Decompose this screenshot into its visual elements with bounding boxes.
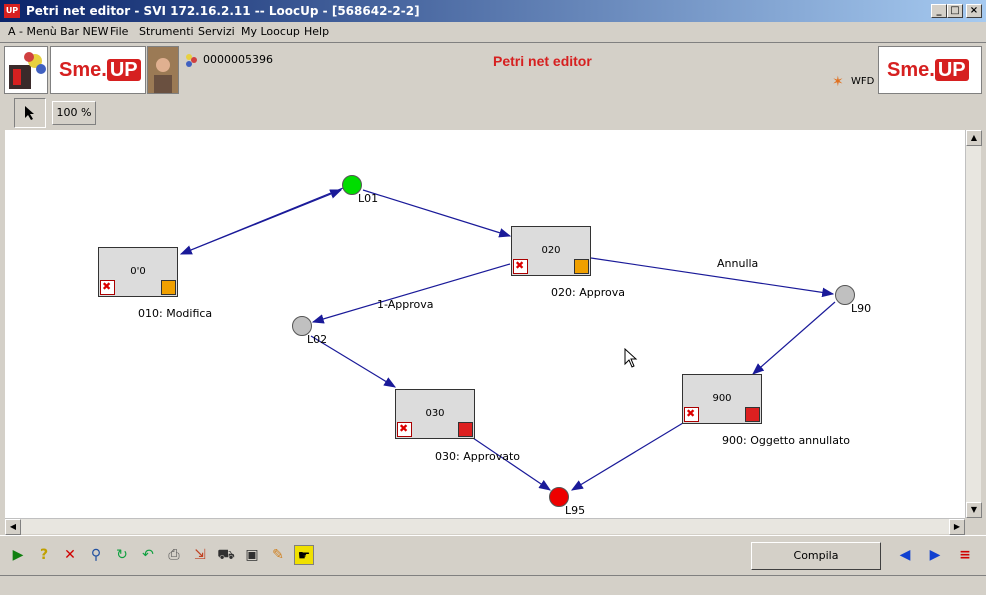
previous-icon[interactable]: ◀: [895, 545, 915, 565]
transition-label-010: 010: Modifica: [138, 307, 213, 320]
status-bar: [0, 575, 986, 595]
delete-icon[interactable]: ✕: [60, 545, 80, 565]
page-title: Petri net editor: [493, 53, 592, 69]
delete-icon[interactable]: [100, 280, 115, 295]
edge-020-l02: [311, 263, 511, 324]
vertical-scrollbar[interactable]: ▲ ▼: [965, 130, 982, 518]
star-icon: ✶: [832, 74, 844, 90]
edge-010-l01: [180, 189, 343, 255]
menu-item-my-loocup[interactable]: My Loocup: [241, 25, 300, 38]
edge-030-l95: [472, 437, 551, 491]
undo-icon[interactable]: ↶: [138, 545, 158, 565]
print-icon[interactable]: ⎙: [164, 545, 184, 565]
menu-item-strumenti[interactable]: Strumenti: [139, 25, 194, 38]
edge-label-annulla: Annulla: [717, 257, 759, 270]
machine-logo-icon: [9, 52, 46, 89]
status-icon: [574, 259, 589, 274]
close-button[interactable]: ×: [966, 4, 982, 18]
wfd-label: WFD: [851, 76, 875, 87]
export-icon[interactable]: ⇲: [190, 545, 210, 565]
menu-item-menu-bar-new[interactable]: A - Menù Bar NEW: [8, 25, 109, 38]
help-icon[interactable]: ?: [34, 545, 54, 565]
user-avatar-icon: [148, 47, 178, 93]
toolbar: 100 %: [0, 96, 986, 130]
edge-l90-900: [752, 301, 836, 375]
cart-icon[interactable]: ⛟: [216, 545, 236, 565]
menu-item-file[interactable]: File: [110, 25, 128, 38]
arrow-cursor-icon: [25, 106, 34, 120]
app-logo: [4, 46, 48, 94]
play-icon[interactable]: ▶: [8, 545, 28, 565]
balls-icon: [186, 54, 197, 67]
transition-900[interactable]: 900: [682, 374, 762, 424]
transition-label-900: 900: Oggetto annullato: [722, 434, 850, 447]
smeup-logo-left: Sme. UP: [50, 46, 146, 94]
delete-icon[interactable]: [397, 422, 412, 437]
scroll-up-icon[interactable]: ▲: [966, 130, 982, 146]
scroll-down-icon[interactable]: ▼: [966, 502, 982, 518]
edge-020-l90: [590, 257, 835, 298]
pointer-icon[interactable]: ☛: [294, 545, 314, 565]
petri-net-canvas[interactable]: L01 L02 L90 L95 0'0 010: Modifica 020 02…: [5, 130, 965, 518]
transition-010[interactable]: 0'0: [98, 247, 178, 297]
mouse-cursor-icon: [624, 348, 638, 368]
menu-bar: A - Menù Bar NEW File Strumenti Servizi …: [0, 22, 986, 42]
zoom-button[interactable]: 100 %: [52, 101, 96, 125]
minimize-button[interactable]: _: [931, 4, 947, 18]
title-bar: UP Petri net editor - SVI 172.16.2.11 --…: [0, 0, 986, 22]
place-label-l02: L02: [307, 333, 328, 346]
app-icon: UP: [4, 4, 20, 18]
delete-icon[interactable]: [684, 407, 699, 422]
bottom-toolbar: ▶ ? ✕ ⚲ ↻ ↶ ⎙ ⇲ ⛟ ▣ ✎ ☛ Compila ◀ ▶ ≡: [0, 535, 986, 575]
place-label-l90: L90: [851, 302, 872, 315]
status-icon: [458, 422, 473, 437]
scroll-left-icon[interactable]: ◀: [5, 519, 21, 535]
transition-code: 900: [712, 393, 732, 404]
maximize-button[interactable]: □: [947, 4, 963, 18]
image-icon[interactable]: ▣: [242, 545, 262, 565]
smeup-logo-right: Sme. UP: [878, 46, 982, 94]
transition-code: 020: [541, 245, 561, 256]
scroll-right-icon[interactable]: ▶: [949, 519, 965, 535]
refresh-icon[interactable]: ↻: [112, 545, 132, 565]
place-label-l95: L95: [565, 504, 586, 517]
menu-icon[interactable]: ≡: [955, 545, 975, 565]
user-code: 0000005396: [203, 53, 273, 66]
transition-label-020: 020: Approva: [551, 286, 625, 299]
place-label-l01: L01: [358, 192, 379, 205]
edge-900-l95: [570, 422, 684, 491]
transition-code: 030: [425, 408, 445, 419]
search-icon[interactable]: ⚲: [86, 545, 106, 565]
transition-020[interactable]: 020: [511, 226, 591, 276]
menu-item-servizi[interactable]: Servizi: [198, 25, 235, 38]
next-icon[interactable]: ▶: [925, 545, 945, 565]
transition-030[interactable]: 030: [395, 389, 475, 439]
transition-code: 0'0: [130, 266, 146, 277]
status-icon: [745, 407, 760, 422]
compila-button[interactable]: Compila: [751, 542, 881, 570]
window-title: Petri net editor - SVI 172.16.2.11 -- Lo…: [26, 4, 420, 18]
menu-item-help[interactable]: Help: [304, 25, 329, 38]
delete-icon[interactable]: [513, 259, 528, 274]
avatar[interactable]: [147, 46, 179, 94]
horizontal-scrollbar[interactable]: ◀ ▶: [5, 518, 965, 535]
edge-l01-020: [362, 189, 512, 238]
edge-label-approva: 1-Approva: [377, 298, 434, 311]
status-icon: [161, 280, 176, 295]
transition-label-030: 030: Approvato: [435, 450, 520, 463]
wand-icon[interactable]: ✎: [268, 545, 288, 565]
header: Sme. UP 0000005396 Petri net editor ✶ WFD…: [0, 42, 986, 96]
select-tool-button[interactable]: [14, 98, 46, 128]
